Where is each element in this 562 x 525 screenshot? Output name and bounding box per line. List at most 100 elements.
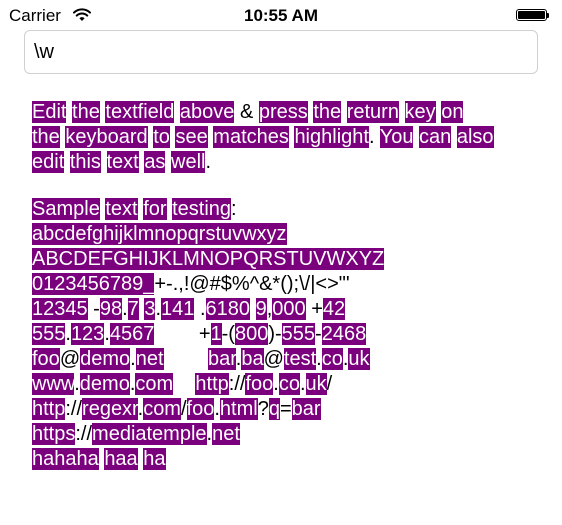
match-highlight: Edit bbox=[32, 101, 67, 123]
match-highlight: demo bbox=[79, 373, 130, 395]
plain-text bbox=[173, 373, 195, 395]
plain-text: @ bbox=[263, 348, 284, 370]
match-highlight: foo bbox=[245, 373, 274, 395]
match-highlight: 42 bbox=[322, 298, 346, 320]
match-highlight: can bbox=[419, 126, 452, 148]
plain-text: :// bbox=[65, 398, 83, 420]
match-highlight: well bbox=[171, 151, 206, 173]
match-highlight: Sample bbox=[32, 198, 100, 220]
plain-text bbox=[341, 101, 347, 123]
match-highlight: You bbox=[379, 126, 414, 148]
sample-text-view[interactable]: Edit the textfield above & press the ret… bbox=[32, 100, 542, 472]
plain-text bbox=[250, 298, 256, 320]
match-highlight: com bbox=[143, 398, 181, 420]
match-highlight: highlight bbox=[294, 126, 369, 148]
plain-text: . bbox=[299, 373, 306, 395]
plain-text: : bbox=[231, 198, 237, 220]
match-highlight: textfield bbox=[105, 101, 175, 123]
match-highlight: as bbox=[144, 151, 166, 173]
match-highlight: text bbox=[105, 198, 138, 220]
match-highlight: also bbox=[456, 126, 494, 148]
match-highlight: 0123456789_ bbox=[32, 273, 155, 295]
text-line: the keyboard to see matches highlight. Y… bbox=[32, 125, 542, 150]
match-highlight: to bbox=[153, 126, 170, 148]
match-highlight: matches bbox=[213, 126, 289, 148]
plain-text: = bbox=[279, 398, 292, 420]
match-highlight: ABCDEFGHIJKLMNOPQRSTUVWXYZ bbox=[32, 248, 385, 270]
match-highlight: http bbox=[195, 373, 229, 395]
match-highlight: foo bbox=[32, 348, 60, 370]
match-highlight: 2468 bbox=[321, 323, 367, 345]
match-highlight: 4567 bbox=[109, 323, 155, 345]
plain-text: . bbox=[368, 126, 380, 148]
match-highlight: 141 bbox=[161, 298, 195, 320]
plain-text: . bbox=[205, 151, 212, 173]
match-highlight: uk bbox=[305, 373, 327, 395]
plain-text: . bbox=[194, 298, 206, 320]
match-highlight: www bbox=[32, 373, 75, 395]
match-highlight: edit bbox=[32, 151, 65, 173]
plain-text bbox=[399, 101, 405, 123]
match-highlight: hahaha bbox=[32, 448, 99, 470]
match-highlight: the bbox=[72, 101, 100, 123]
plain-text: -( bbox=[221, 323, 235, 345]
match-highlight: com bbox=[135, 373, 174, 395]
match-highlight: 123 bbox=[70, 323, 105, 345]
match-highlight: html bbox=[219, 398, 258, 420]
status-bar: Carrier 10:55 AM bbox=[0, 0, 562, 32]
match-highlight: 7 bbox=[127, 298, 139, 320]
text-line: www.demo.com http://foo.co.uk/ bbox=[32, 372, 542, 397]
plain-text: / bbox=[180, 398, 187, 420]
match-highlight: foo bbox=[186, 398, 215, 420]
match-highlight: q bbox=[268, 398, 280, 420]
plain-text: - bbox=[315, 323, 322, 345]
text-line: ABCDEFGHIJKLMNOPQRSTUVWXYZ bbox=[32, 247, 542, 272]
match-highlight: uk bbox=[348, 348, 370, 370]
match-highlight: net bbox=[212, 423, 240, 445]
match-highlight: the bbox=[313, 101, 342, 123]
match-highlight: mediatemple bbox=[92, 423, 207, 445]
match-highlight: testing bbox=[172, 198, 232, 220]
match-highlight: https bbox=[32, 423, 76, 445]
match-highlight: haa bbox=[104, 448, 138, 470]
plain-text: + bbox=[305, 298, 323, 320]
text-line: 0123456789_+-.,!@#$%^&*();\/|<>"' bbox=[32, 272, 542, 297]
text-line: Sample text for testing: bbox=[32, 197, 542, 222]
clock-time: 10:55 AM bbox=[243, 6, 318, 25]
plain-text bbox=[451, 126, 457, 148]
match-highlight: demo bbox=[80, 348, 131, 370]
match-highlight: 555 bbox=[32, 323, 66, 345]
plain-text: . bbox=[74, 373, 80, 395]
match-highlight: bar bbox=[291, 398, 321, 420]
plain-text: ? bbox=[257, 398, 269, 420]
match-highlight: 9 bbox=[255, 298, 267, 320]
plain-text: :// bbox=[228, 373, 246, 395]
regex-input[interactable] bbox=[24, 30, 538, 74]
match-highlight: test bbox=[283, 348, 317, 370]
match-highlight: above bbox=[179, 101, 235, 123]
match-highlight: 800 bbox=[234, 323, 269, 345]
match-highlight: for bbox=[143, 198, 167, 220]
text-line: Edit the textfield above & press the ret… bbox=[32, 100, 542, 125]
match-highlight: press bbox=[258, 101, 308, 123]
match-highlight: 12345 bbox=[32, 298, 88, 320]
match-highlight: co bbox=[278, 373, 300, 395]
plain-text: . bbox=[122, 298, 128, 320]
plain-text: . bbox=[273, 373, 279, 395]
text-line: foo@demo.net bar.ba@test.co.uk bbox=[32, 347, 542, 372]
match-highlight: 3 bbox=[144, 298, 156, 320]
match-highlight: ba bbox=[241, 348, 264, 370]
text-line: edit this text as well. bbox=[32, 150, 542, 175]
match-highlight: http bbox=[32, 398, 66, 420]
match-highlight: this bbox=[69, 151, 101, 173]
match-highlight: regexr bbox=[82, 398, 138, 420]
plain-text: . bbox=[130, 348, 136, 370]
match-highlight: keyboard bbox=[65, 126, 148, 148]
match-highlight: net bbox=[135, 348, 164, 370]
plain-text bbox=[164, 348, 208, 370]
match-highlight: ha bbox=[143, 448, 166, 470]
match-highlight: return bbox=[346, 101, 399, 123]
match-highlight: see bbox=[175, 126, 208, 148]
plain-text: @ bbox=[59, 348, 81, 370]
plain-text: :// bbox=[75, 423, 93, 445]
